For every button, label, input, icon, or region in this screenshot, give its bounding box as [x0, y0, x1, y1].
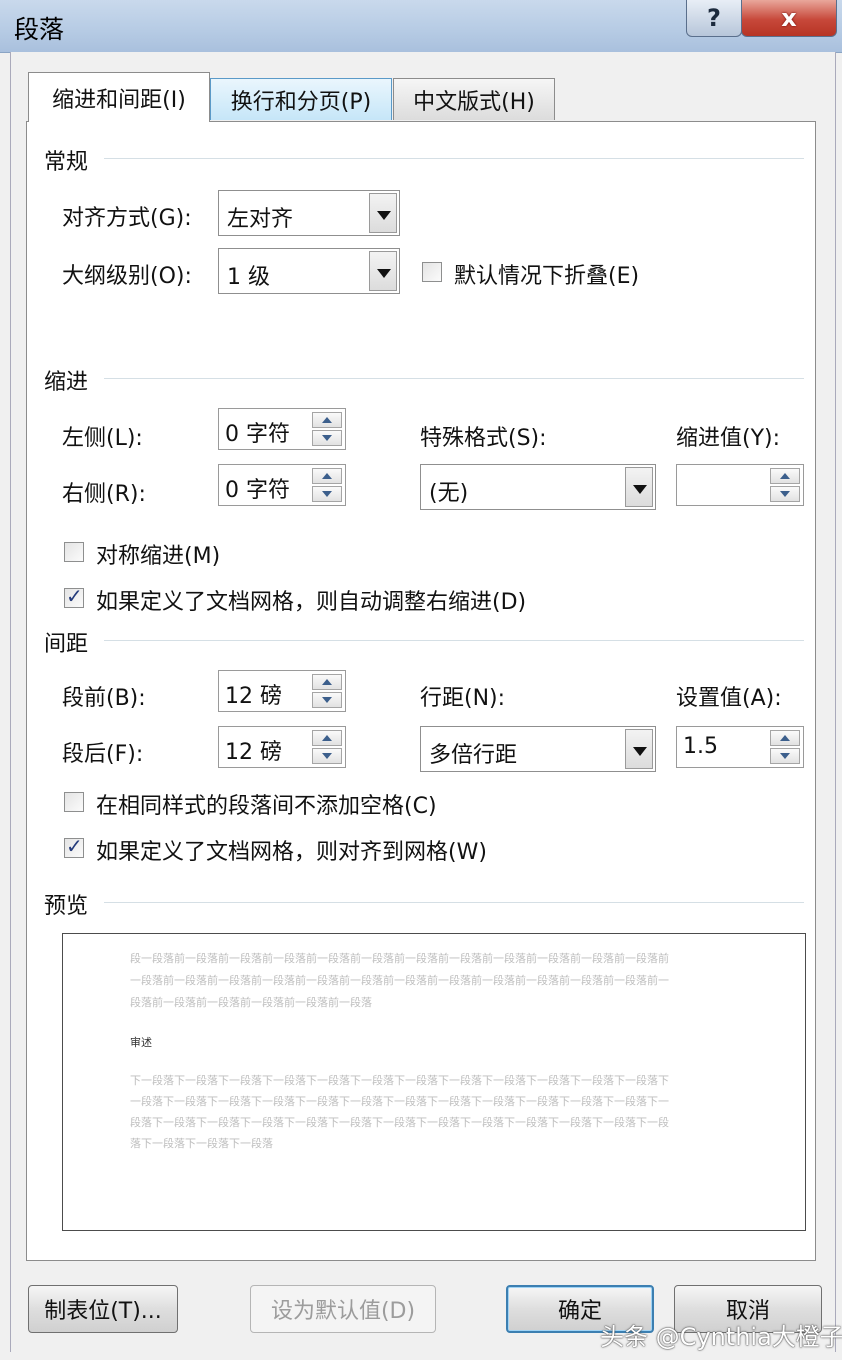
tab-indents-spacing[interactable]: 缩进和间距(I): [28, 72, 210, 122]
close-icon: x: [781, 4, 797, 32]
tab-asian-typography[interactable]: 中文版式(H): [393, 78, 555, 120]
line-spacing-select[interactable]: 多倍行距: [420, 726, 656, 772]
special-indent-label: 特殊格式(S):: [420, 426, 547, 451]
window-title: 段落: [14, 15, 65, 44]
preview-next-line: 一段落下一段落下一段落下一段落下一段落下一段落下一段落下一段落下一段落下一段落下…: [130, 1095, 669, 1108]
spin-up-icon[interactable]: [770, 468, 800, 484]
line-spacing-value: 多倍行距: [429, 743, 518, 768]
indent-right-value: 0 字符: [225, 478, 290, 503]
tabs-button-label: 制表位(T)...: [44, 1299, 162, 1324]
preview-prev-line: 一段落前一段落前一段落前一段落前一段落前一段落前一段落前一段落前一段落前一段落前…: [130, 974, 669, 987]
spin-down-icon[interactable]: [312, 748, 342, 764]
chevron-down-icon[interactable]: [369, 251, 397, 291]
section-divider: [104, 378, 804, 379]
spin-up-icon[interactable]: [312, 674, 342, 690]
section-divider: [104, 158, 804, 159]
spin-up-icon[interactable]: [312, 730, 342, 746]
spin-down-icon[interactable]: [312, 430, 342, 446]
close-button[interactable]: x: [741, 0, 837, 37]
preview-next-line: 段落下一段落下一段落下一段落下一段落下一段落下一段落下一段落下一段落下一段落下一…: [130, 1116, 669, 1129]
indent-left-spinner[interactable]: 0 字符: [218, 408, 346, 450]
spin-down-icon[interactable]: [770, 486, 800, 502]
indent-left-label: 左侧(L):: [62, 426, 143, 451]
indent-left-value: 0 字符: [225, 422, 290, 447]
indent-right-spinner[interactable]: 0 字符: [218, 464, 346, 506]
outline-level-label: 大纲级别(O):: [62, 264, 192, 289]
outline-level-select[interactable]: 1 级: [218, 248, 400, 294]
spacing-after-label: 段后(F):: [62, 742, 144, 767]
special-indent-select[interactable]: (无): [420, 464, 656, 510]
spacing-before-label: 段前(B):: [62, 686, 146, 711]
spin-down-icon[interactable]: [312, 486, 342, 502]
tab-label: 换行和分页(P): [230, 89, 372, 115]
indent-by-spinner[interactable]: [676, 464, 804, 506]
spacing-after-spinner[interactable]: 12 磅: [218, 726, 346, 768]
tab-line-page-breaks[interactable]: 换行和分页(P): [210, 78, 392, 120]
preview-sample-text: 审述: [130, 1036, 152, 1049]
chevron-down-icon[interactable]: [369, 193, 397, 233]
alignment-select[interactable]: 左对齐: [218, 190, 400, 236]
preview-next-line: 落下一段落下一段落下一段落: [130, 1137, 273, 1150]
section-divider: [104, 902, 804, 903]
no-space-same-style-label: 在相同样式的段落间不添加空格(C): [96, 794, 437, 819]
section-spacing-heading: 间距: [44, 632, 89, 657]
outline-level-value: 1 级: [227, 265, 270, 290]
section-divider: [104, 640, 804, 641]
watermark-text: 头条 @Cynthia大橙子: [600, 1323, 842, 1351]
line-spacing-at-value: 1.5: [683, 734, 718, 759]
spacing-before-spinner[interactable]: 12 磅: [218, 670, 346, 712]
no-space-same-style-checkbox[interactable]: [64, 792, 84, 812]
spin-down-icon[interactable]: [312, 692, 342, 708]
alignment-label: 对齐方式(G):: [62, 206, 192, 231]
collapse-label: 默认情况下折叠(E): [454, 264, 640, 289]
spacing-after-value: 12 磅: [225, 740, 282, 765]
mirror-indent-checkbox[interactable]: [64, 542, 84, 562]
collapse-checkbox[interactable]: [422, 262, 442, 282]
special-indent-value: (无): [429, 481, 469, 506]
alignment-value: 左对齐: [227, 207, 294, 232]
set-default-button-label: 设为默认值(D): [270, 1299, 416, 1324]
indent-right-label: 右侧(R):: [62, 482, 146, 507]
section-indent-heading: 缩进: [44, 370, 89, 395]
auto-adjust-right-indent-checkbox[interactable]: [64, 584, 84, 608]
spacing-before-value: 12 磅: [225, 684, 282, 709]
preview-prev-line: 段一段落前一段落前一段落前一段落前一段落前一段落前一段落前一段落前一段落前一段落…: [130, 952, 669, 965]
auto-adjust-right-indent-label: 如果定义了文档网格，则自动调整右缩进(D): [96, 590, 527, 615]
chevron-down-icon[interactable]: [625, 729, 653, 769]
indent-by-label: 缩进值(Y):: [676, 426, 781, 451]
tabs-button[interactable]: 制表位(T)...: [28, 1285, 178, 1333]
mirror-indent-label: 对称缩进(M): [96, 544, 221, 569]
chevron-down-icon[interactable]: [625, 467, 653, 507]
ok-button-label: 确定: [557, 1299, 602, 1324]
preview-prev-line: 段落前一段落前一段落前一段落前一段落前一段落: [130, 996, 372, 1009]
snap-to-grid-label: 如果定义了文档网格，则对齐到网格(W): [96, 840, 487, 865]
section-preview-heading: 预览: [44, 894, 89, 919]
section-general-heading: 常规: [44, 150, 89, 175]
help-icon: ?: [707, 4, 721, 32]
snap-to-grid-checkbox[interactable]: [64, 834, 84, 858]
line-spacing-at-spinner[interactable]: 1.5: [676, 726, 804, 768]
preview-next-line: 下一段落下一段落下一段落下一段落下一段落下一段落下一段落下一段落下一段落下一段落…: [130, 1074, 669, 1087]
tab-label: 中文版式(H): [413, 89, 535, 115]
line-spacing-at-label: 设置值(A):: [676, 686, 782, 711]
spin-up-icon[interactable]: [770, 730, 800, 746]
line-spacing-label: 行距(N):: [420, 686, 506, 711]
spin-down-icon[interactable]: [770, 748, 800, 764]
spin-up-icon[interactable]: [312, 412, 342, 428]
spin-up-icon[interactable]: [312, 468, 342, 484]
help-button[interactable]: ?: [686, 0, 742, 37]
tab-label: 缩进和间距(I): [52, 87, 186, 113]
set-default-button[interactable]: 设为默认值(D): [250, 1285, 436, 1333]
